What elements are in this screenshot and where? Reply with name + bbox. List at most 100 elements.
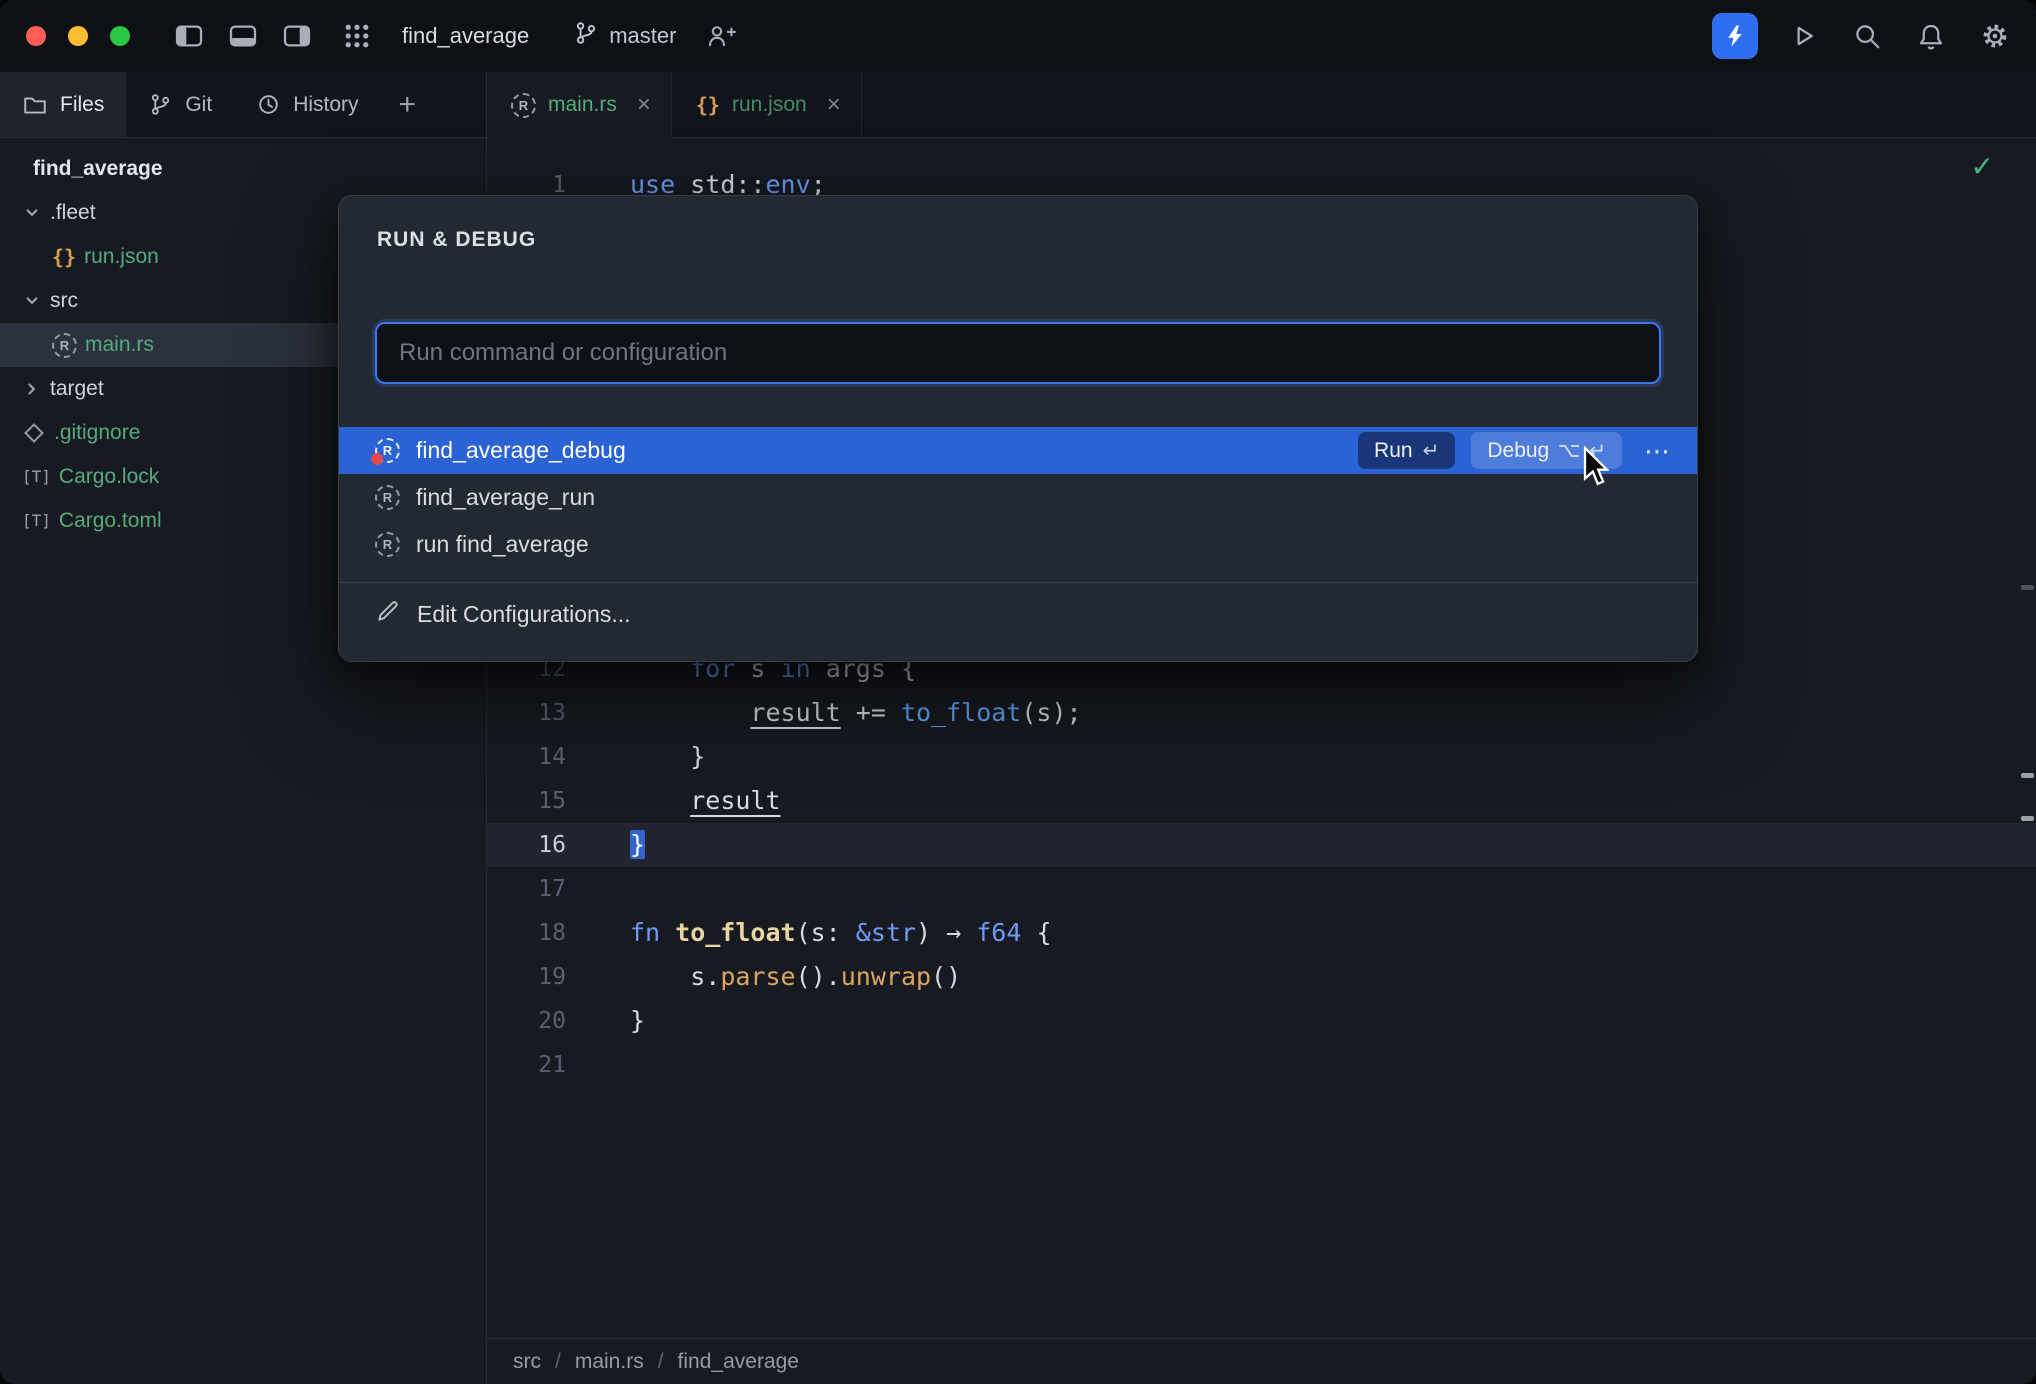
- run-config-label: find_average_run: [416, 484, 595, 511]
- clock-icon: [256, 92, 281, 117]
- code-line-21[interactable]: [630, 1043, 2036, 1087]
- mouse-cursor: [1582, 446, 1609, 488]
- run-debug-lightning-button[interactable]: [1712, 13, 1758, 59]
- breadcrumb-separator: /: [658, 1350, 664, 1374]
- line-number-17[interactable]: 17: [487, 867, 566, 911]
- more-options-button[interactable]: ⋯: [1644, 438, 1671, 464]
- editor-tab-label: run.json: [732, 93, 807, 117]
- scrollbar-mark[interactable]: [2021, 585, 2034, 590]
- branch-icon: [573, 20, 599, 52]
- sidebar-tab-label: Git: [185, 93, 212, 117]
- line-number-21[interactable]: 21: [487, 1043, 566, 1087]
- code-line-15[interactable]: result: [630, 779, 2036, 823]
- panel-toggles: [170, 17, 316, 55]
- window-close-button[interactable]: [26, 26, 46, 46]
- notifications-bell-icon[interactable]: [1912, 17, 1950, 55]
- code-line-14[interactable]: }: [630, 735, 2036, 779]
- tree-item-label: Cargo.toml: [59, 509, 162, 533]
- toml-file-icon: [T]: [22, 469, 51, 485]
- toggle-left-panel-button[interactable]: [170, 17, 208, 55]
- sidebar-tab-history[interactable]: History: [234, 72, 380, 137]
- line-number-18[interactable]: 18: [487, 911, 566, 955]
- toggle-bottom-panel-button[interactable]: [224, 17, 262, 55]
- breadcrumb-item-find-average[interactable]: find_average: [678, 1350, 799, 1374]
- editor-tab-bar: Rmain.rs×{}run.json×: [487, 72, 2036, 138]
- rust-file-icon: R: [375, 485, 400, 510]
- option-key-icon: [1559, 444, 1579, 458]
- debug-action-label: Debug: [1487, 439, 1549, 463]
- popup-divider: [339, 582, 1697, 583]
- code-line-18[interactable]: fn to_float(s: &str) → f64 {: [630, 911, 2036, 955]
- run-config-find-average-run[interactable]: Rfind_average_run: [339, 474, 1697, 521]
- scrollbar-mark[interactable]: [2021, 816, 2034, 821]
- sidebar-tab-label: Files: [60, 93, 104, 117]
- editor-tab-label: main.rs: [548, 93, 617, 117]
- line-number-14[interactable]: 14: [487, 735, 566, 779]
- folder-icon: [22, 92, 48, 118]
- code-line-13[interactable]: result += to_float(s);: [630, 691, 2036, 735]
- breadcrumb-item-main-rs[interactable]: main.rs: [575, 1350, 644, 1374]
- tree-item-label: .gitignore: [54, 421, 140, 445]
- rust-file-icon: R: [375, 532, 400, 557]
- line-number-15[interactable]: 15: [487, 779, 566, 823]
- json-braces-icon: {}: [52, 247, 76, 267]
- sidebar-tab-label: History: [293, 93, 358, 117]
- line-number-19[interactable]: 19: [487, 955, 566, 999]
- run-config-label: find_average_debug: [416, 437, 626, 464]
- breadcrumb-item-src[interactable]: src: [513, 1350, 541, 1374]
- new-tab-button[interactable]: +: [381, 72, 435, 137]
- tree-item-label: find_average: [33, 157, 163, 181]
- code-line-17[interactable]: [630, 867, 2036, 911]
- chevron-down-icon[interactable]: [22, 291, 42, 311]
- line-number-13[interactable]: 13: [487, 691, 566, 735]
- editor-tab-main-rs[interactable]: Rmain.rs ×: [487, 72, 672, 138]
- git-branch-button[interactable]: master: [573, 20, 676, 52]
- fleet-window: find_average master: [0, 0, 2036, 1384]
- run-action-label: Run: [1374, 439, 1413, 463]
- titlebar: find_average master: [0, 0, 2036, 72]
- line-number-20[interactable]: 20: [487, 999, 566, 1043]
- tree-item-label: run.json: [84, 245, 159, 269]
- popup-title: RUN & DEBUG: [377, 228, 1697, 252]
- invite-collaborator-icon[interactable]: [702, 17, 740, 55]
- window-minimize-button[interactable]: [68, 26, 88, 46]
- sidebar-tab-files[interactable]: Files: [0, 72, 126, 137]
- project-name[interactable]: find_average: [402, 23, 529, 49]
- window-zoom-button[interactable]: [110, 26, 130, 46]
- rust-file-icon: R: [511, 93, 536, 118]
- tree-item-label: target: [50, 377, 104, 401]
- sidebar-tab-git[interactable]: Git: [126, 72, 234, 137]
- tree-item-label: src: [50, 289, 78, 313]
- run-play-icon[interactable]: [1784, 17, 1822, 55]
- code-line-16[interactable]: }: [630, 823, 2036, 867]
- workspace-grid-icon[interactable]: [338, 17, 376, 55]
- pencil-icon: [375, 598, 401, 630]
- settings-gear-icon[interactable]: [1976, 17, 2014, 55]
- run-config-find-average-debug[interactable]: Rfind_average_debugRun↵Debug↵⋯: [339, 427, 1697, 474]
- branch-name: master: [609, 23, 676, 49]
- toggle-right-panel-button[interactable]: [278, 17, 316, 55]
- edit-configurations-item[interactable]: Edit Configurations...: [339, 591, 1697, 637]
- window-controls: [26, 26, 130, 46]
- search-icon[interactable]: [1848, 17, 1886, 55]
- toml-file-icon: [T]: [22, 513, 51, 529]
- line-number-16[interactable]: 16: [487, 823, 566, 867]
- run-configurations-list: Rfind_average_debugRun↵Debug↵⋯Rfind_aver…: [339, 427, 1697, 568]
- run-command-input[interactable]: [375, 322, 1661, 384]
- rust-file-icon: R: [52, 333, 77, 358]
- breadcrumb: src / main.rs / find_average: [487, 1338, 2036, 1384]
- chevron-down-icon[interactable]: [22, 203, 42, 223]
- code-line-19[interactable]: s.parse().unwrap(): [630, 955, 2036, 999]
- run-config-run-find-average[interactable]: Rrun find_average: [339, 521, 1697, 568]
- breadcrumb-separator: /: [555, 1350, 561, 1374]
- inspections-check-icon[interactable]: ✓: [1971, 150, 1994, 183]
- editor-tab-run-json[interactable]: {}run.json×: [672, 72, 862, 137]
- scrollbar-mark[interactable]: [2021, 773, 2034, 778]
- chevron-right-icon[interactable]: [22, 379, 42, 399]
- close-tab-icon[interactable]: ×: [637, 93, 651, 117]
- code-line-20[interactable]: }: [630, 999, 2036, 1043]
- close-tab-icon[interactable]: ×: [827, 93, 841, 117]
- run-config-label: run find_average: [416, 531, 589, 558]
- run-action-button[interactable]: Run↵: [1358, 432, 1455, 469]
- tree-item-find-average[interactable]: find_average: [0, 147, 486, 191]
